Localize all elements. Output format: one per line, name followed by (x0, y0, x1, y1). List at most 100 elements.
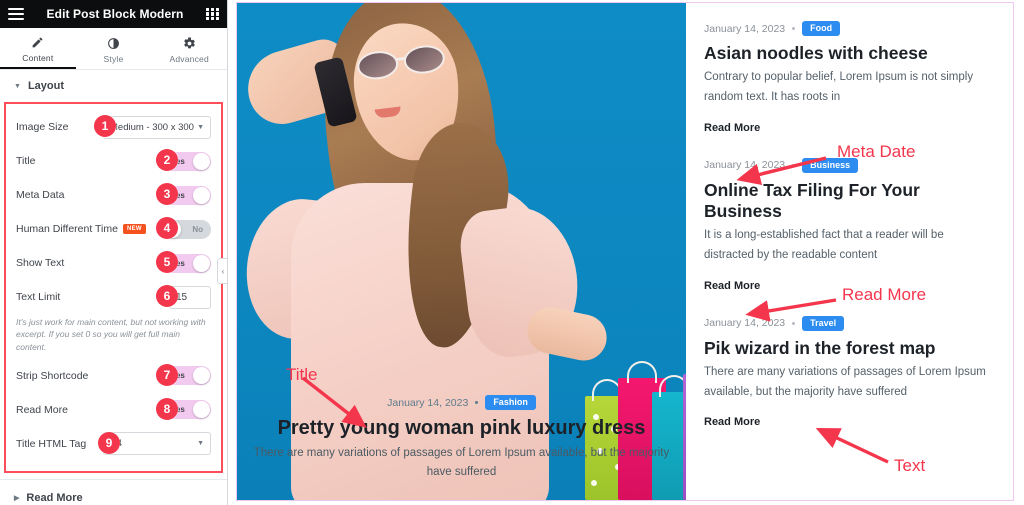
control-image-size-label: Image Size (16, 121, 69, 133)
post-read-more-link[interactable]: Read More (704, 122, 995, 134)
post-meta: January 14, 2023 Business (704, 157, 995, 173)
post-meta: January 14, 2023 Travel (704, 315, 995, 331)
section-read-more-title: Read More (26, 491, 83, 504)
step-badge-9: 9 (98, 431, 120, 454)
toggle-knob (193, 367, 210, 385)
toggle-knob (193, 401, 210, 419)
control-title-label: Title (16, 155, 36, 167)
step-badge-4: 4 (156, 217, 178, 239)
panel-tabs: Content Style Advanced (0, 28, 227, 70)
control-image-size: Image Size 1 Medium - 300 x 300 ▼ (16, 114, 211, 140)
list-item[interactable]: January 14, 2023 Business Online Tax Fil… (704, 157, 995, 292)
tab-style[interactable]: Style (76, 28, 152, 69)
meta-separator-dot (792, 27, 796, 30)
post-text: Contrary to popular belief, Lorem Ipsum … (704, 71, 974, 104)
control-human-different-time-label: Human Different Time NEW (16, 223, 146, 235)
pencil-icon (31, 36, 44, 49)
toggle-knob (193, 152, 210, 170)
post-meta: January 14, 2023 Food (704, 21, 995, 36)
toggle-knob (193, 254, 210, 272)
meta-separator-dot (792, 163, 796, 167)
section-layout-title: Layout (27, 80, 64, 92)
image-size-select[interactable]: Medium - 300 x 300 ▼ (103, 115, 211, 139)
featured-post-category-badge[interactable]: Fashion (485, 395, 536, 411)
featured-post-date: January 14, 2023 (387, 396, 469, 409)
control-title-html-tag: Title HTML Tag 9 H4 ▼ (16, 431, 211, 457)
post-category-badge[interactable]: Travel (802, 315, 845, 331)
step-badge-8: 8 (156, 397, 178, 420)
elementor-editor-screen: Edit Post Block Modern Content Style Adv… (0, 0, 1024, 505)
section-layout-header[interactable]: ▼ Layout (0, 70, 227, 102)
chevron-left-icon: ‹ (221, 266, 225, 276)
hamburger-icon[interactable] (8, 8, 24, 20)
preview-canvas: January 14, 2023 Fashion Pretty young wo… (228, 0, 1024, 505)
toggle-knob (193, 186, 210, 204)
control-meta-data-label: Meta Data (16, 189, 65, 201)
post-date: January 14, 2023 (704, 317, 786, 330)
step-badge-7: 7 (156, 363, 178, 386)
layout-controls-group: Image Size 1 Medium - 300 x 300 ▼ Title … (4, 102, 223, 473)
panel-header: Edit Post Block Modern (0, 0, 227, 28)
control-strip-shortcode: Strip Shortcode 7 Yes (16, 363, 211, 389)
control-title-html-tag-label: Title HTML Tag (16, 437, 87, 450)
post-title[interactable]: Asian noodles with cheese (704, 43, 995, 64)
control-read-more: Read More 8 Yes (16, 397, 211, 423)
editor-panel: Edit Post Block Modern Content Style Adv… (0, 0, 228, 505)
post-category-badge[interactable]: Food (802, 21, 841, 36)
step-badge-3: 3 (156, 183, 178, 205)
meta-separator-dot (792, 321, 796, 325)
control-strip-shortcode-label: Strip Shortcode (16, 369, 89, 382)
page-title: Edit Post Block Modern (46, 7, 184, 21)
post-text: It is a long-established fact that a rea… (704, 229, 944, 262)
step-badge-6: 6 (156, 285, 178, 307)
gear-icon (183, 37, 196, 50)
post-read-more-link[interactable]: Read More (704, 416, 995, 428)
control-text-limit-label: Text Limit (16, 291, 61, 303)
panel-collapse-button[interactable]: ‹ (217, 258, 227, 284)
panel-accordion-list: ▶ Read More ▶ Query ▶ Notation NEW (0, 478, 227, 505)
control-meta-data: Meta Data 3 Yes (16, 182, 211, 208)
post-text: There are many variations of passages of… (704, 365, 986, 398)
step-badge-1: 1 (94, 115, 116, 137)
control-title: Title 2 Yes (16, 148, 211, 174)
chevron-down-icon: ▼ (197, 440, 204, 448)
featured-post-meta: January 14, 2023 Fashion (251, 395, 672, 411)
human-different-time-text: Human Different Time (16, 223, 118, 235)
control-text-limit: Text Limit 6 15 (16, 284, 211, 310)
step-badge-5: 5 (156, 251, 178, 273)
tab-content[interactable]: Content (0, 28, 76, 69)
post-read-more-link[interactable]: Read More (704, 280, 995, 292)
control-show-text: Show Text 5 Yes (16, 250, 211, 276)
featured-post[interactable]: January 14, 2023 Fashion Pretty young wo… (237, 3, 686, 500)
human-different-time-toggle-value: No (192, 224, 203, 234)
step-badge-2: 2 (156, 149, 178, 171)
control-human-different-time: Human Different Time NEW 4 No (16, 216, 211, 242)
meta-separator-dot (475, 401, 479, 405)
list-item[interactable]: January 14, 2023 Food Asian noodles with… (704, 21, 995, 134)
contrast-icon (107, 37, 120, 50)
control-read-more-label: Read More (16, 403, 68, 416)
tab-content-label: Content (22, 53, 54, 63)
tab-advanced[interactable]: Advanced (151, 28, 227, 69)
chevron-down-icon: ▼ (14, 82, 21, 90)
post-block-modern-widget: January 14, 2023 Fashion Pretty young wo… (236, 2, 1014, 501)
chevron-right-icon: ▶ (14, 494, 20, 502)
post-title[interactable]: Pik wizard in the forest map (704, 338, 995, 359)
featured-post-text: There are many variations of passages of… (253, 447, 670, 479)
image-size-value: Medium - 300 x 300 (110, 121, 194, 133)
new-badge: NEW (122, 224, 146, 234)
apps-grid-icon[interactable] (206, 7, 219, 21)
chevron-down-icon: ▼ (197, 123, 204, 131)
featured-post-overlay: January 14, 2023 Fashion Pretty young wo… (237, 395, 686, 482)
list-item[interactable]: January 14, 2023 Travel Pik wizard in th… (704, 315, 995, 428)
section-read-more-header[interactable]: ▶ Read More (0, 479, 227, 505)
featured-post-title[interactable]: Pretty young woman pink luxury dress (251, 416, 672, 440)
post-list: January 14, 2023 Food Asian noodles with… (686, 3, 1013, 500)
title-html-tag-value: H4 (110, 438, 197, 449)
post-date: January 14, 2023 (704, 22, 786, 35)
control-show-text-label: Show Text (16, 257, 65, 269)
tab-advanced-label: Advanced (169, 54, 209, 64)
post-title[interactable]: Online Tax Filing For Your Business (704, 180, 995, 223)
tab-style-label: Style (103, 54, 124, 64)
post-category-badge[interactable]: Business (802, 157, 859, 173)
